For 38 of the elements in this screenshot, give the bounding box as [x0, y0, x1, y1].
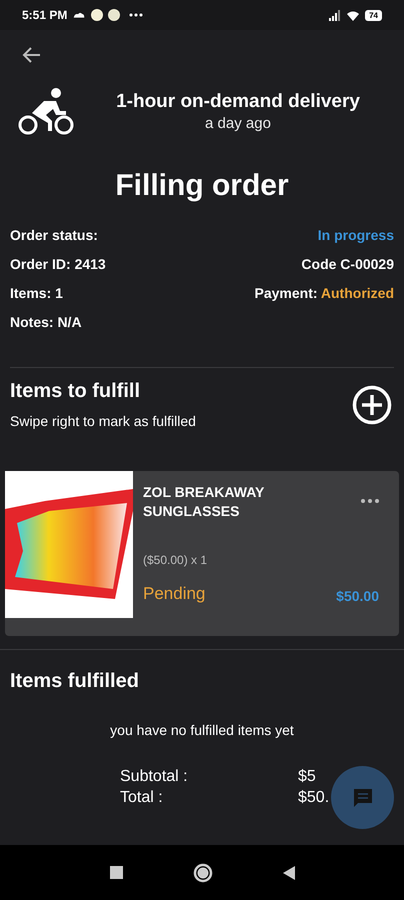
- total-label: Subtotal :: [120, 767, 189, 786]
- item-status: Pending: [143, 583, 206, 605]
- item-price: $50.00: [336, 586, 379, 606]
- wifi-icon: [346, 10, 360, 20]
- add-button[interactable]: [352, 384, 392, 424]
- chat-icon: [352, 786, 374, 808]
- more-icon: [129, 12, 144, 18]
- delivery-title: 1-hour on-demand delivery: [116, 90, 360, 114]
- info-label: Order status:: [10, 226, 98, 245]
- bicycle-icon: [18, 87, 76, 137]
- time-ago: a day ago: [205, 114, 271, 134]
- info-value: Payment: Authorized: [254, 284, 394, 303]
- more-icon[interactable]: [361, 499, 379, 503]
- back-button[interactable]: [22, 45, 42, 65]
- swipe-hint: Swipe right to mark as fulfilled: [10, 412, 197, 431]
- info-label: Order ID: 2413: [10, 255, 106, 274]
- item-card[interactable]: ZOL BREAKAWAY SUNGLASSES ($50.00) x 1 Pending $50.00: [5, 471, 399, 636]
- app-icon: [91, 9, 104, 21]
- product-name: ZOL BREAKAWAY SUNGLASSES: [143, 483, 266, 521]
- info-label: Notes: N/A: [10, 313, 82, 332]
- recent-apps-button[interactable]: [110, 866, 122, 879]
- total-value: $5: [298, 767, 316, 786]
- status-time: 5:51 PM: [22, 7, 68, 24]
- unit-price: ($50.00) x 1: [143, 552, 208, 569]
- total-value: $50.: [298, 788, 330, 807]
- section-title: Items to fulfill: [10, 379, 141, 404]
- battery-level: 74: [365, 10, 382, 20]
- info-value: In progress: [318, 226, 394, 245]
- page-title: Filling order: [115, 169, 289, 202]
- total-label: Total :: [120, 788, 164, 807]
- back-nav-button[interactable]: [282, 866, 294, 880]
- app-icon: [108, 9, 120, 21]
- info-label: Items: 1: [10, 284, 63, 303]
- home-button[interactable]: [192, 862, 212, 882]
- info-value: Code C-00029: [301, 255, 394, 274]
- signal-icon: [329, 10, 342, 20]
- empty-message: you have no fulfilled items yet: [110, 722, 294, 738]
- section-title: Items fulfilled: [10, 670, 139, 692]
